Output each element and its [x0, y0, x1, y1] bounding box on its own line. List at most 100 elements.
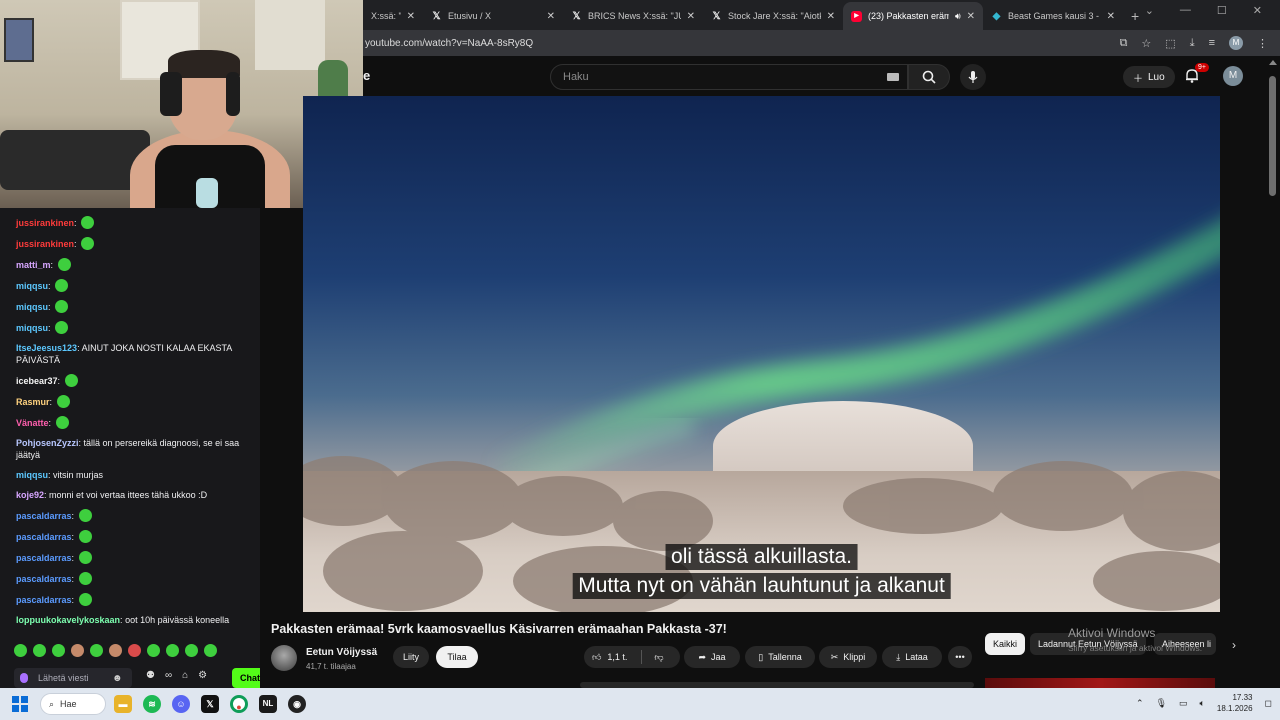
page-scrollbar[interactable] [1266, 56, 1280, 688]
chat-username[interactable]: koje92 [16, 490, 44, 500]
cast-icon[interactable]: ⧉ [1120, 37, 1128, 50]
thumbs-down-icon[interactable]: 👎︎ [654, 652, 663, 663]
chat-username[interactable]: jussirankinen [16, 239, 74, 249]
clip-button[interactable]: ✂ Klippi [819, 646, 877, 668]
notifications-tray-icon[interactable]: ◻ [1265, 698, 1272, 709]
emote-icon[interactable] [166, 644, 179, 657]
emote-icon[interactable] [109, 644, 122, 657]
keyboard-icon[interactable] [887, 73, 899, 81]
search-button[interactable] [908, 64, 950, 90]
download-button[interactable]: ⤓ Lataa [882, 646, 942, 668]
maximize-icon[interactable]: ☐ [1217, 4, 1227, 17]
url-field[interactable]: youtube.com/watch?v=NaAA-8sRy8Q [363, 38, 1120, 49]
volume-icon[interactable]: 🔈︎ [1200, 698, 1205, 709]
extensions-icon[interactable]: ⬚ [1165, 37, 1175, 50]
close-icon[interactable]: ✕ [967, 11, 975, 22]
chevron-up-icon[interactable]: ⌃ [1136, 698, 1144, 709]
menu-kebab-icon[interactable]: ⋮ [1257, 37, 1268, 50]
gift-icon[interactable]: ⌂ [182, 670, 188, 681]
subscribe-button[interactable]: Tilaa [436, 646, 478, 668]
scroll-up-arrow-icon[interactable] [1269, 60, 1277, 65]
new-tab-icon[interactable]: + [1123, 8, 1147, 30]
emote-icon[interactable] [185, 644, 198, 657]
emote-icon[interactable] [204, 644, 217, 657]
tab-search-icon[interactable]: ⌄ [1145, 4, 1154, 17]
chat-username[interactable]: icebear37 [16, 376, 58, 386]
chip-all[interactable]: Kaikki [985, 633, 1026, 655]
taskbar-search[interactable]: ⌕ Hae [40, 693, 106, 715]
chat-username[interactable]: Rasmur [16, 397, 50, 407]
browser-tab-2[interactable]: 𝕏 BRICS News X:ssä: "JUST I ✕ [563, 2, 703, 30]
scrollbar-thumb[interactable] [1269, 76, 1276, 196]
create-button[interactable]: ＋ Luo [1123, 66, 1175, 88]
network-icon[interactable]: ▭ [1179, 698, 1188, 709]
minimize-icon[interactable]: — [1180, 4, 1191, 17]
speaker-icon[interactable]: 🔊︎ [955, 11, 961, 22]
search-input[interactable] [563, 71, 863, 83]
chat-username[interactable]: pascaldarras [16, 574, 72, 584]
emote-icon[interactable] [71, 644, 84, 657]
nl-app-icon[interactable]: NL [259, 695, 277, 713]
emote-icon[interactable] [147, 644, 160, 657]
voice-search-button[interactable] [960, 64, 986, 90]
chat-username[interactable]: miqqsu [16, 323, 48, 333]
video-player[interactable]: oli tässä alkuillasta. Mutta nyt on vähä… [303, 96, 1220, 612]
download-icon[interactable]: ⤓ [1190, 37, 1195, 50]
browser-tab-3[interactable]: 𝕏 Stock Jare X:ssä: "Aiotko s ✕ [703, 2, 843, 30]
mic-tray-icon[interactable]: 🎙︎ [1156, 698, 1167, 709]
chat-username[interactable]: matti_m [16, 260, 51, 270]
settings-gear-icon[interactable]: ⚙ [198, 670, 207, 681]
browser-tab-1[interactable]: 𝕏 Etusivu / X ✕ [423, 2, 563, 30]
chat-username[interactable]: jussirankinen [16, 218, 74, 228]
chat-send-button[interactable]: Chat [232, 668, 260, 688]
join-button[interactable]: Liity [393, 646, 429, 668]
chrome-icon[interactable]: ● [230, 695, 248, 713]
close-icon[interactable]: ✕ [687, 11, 695, 22]
thumbs-up-icon[interactable]: 👍︎ [592, 652, 601, 663]
chat-username[interactable]: ItseJeesus123 [16, 343, 77, 353]
windows-start-icon[interactable] [12, 696, 28, 712]
emote-icon[interactable] [33, 644, 46, 657]
chat-mic-icon[interactable] [20, 673, 28, 683]
browser-tab-5[interactable]: ◆ Beast Games kausi 3 - Edu ✕ [983, 2, 1123, 30]
chat-username[interactable]: pascaldarras [16, 532, 72, 542]
chat-username[interactable]: PohjosenZyzzi [16, 438, 79, 448]
spotify-icon[interactable]: ≋ [143, 695, 161, 713]
close-icon[interactable]: ✕ [1107, 11, 1115, 22]
recommended-thumbnail[interactable] [985, 678, 1215, 688]
more-actions-button[interactable]: ••• [948, 646, 972, 668]
clock[interactable]: 17.33 18.1.2026 [1217, 692, 1253, 714]
chat-username[interactable]: pascaldarras [16, 595, 72, 605]
chat-username[interactable]: pascaldarras [16, 511, 72, 521]
chevron-right-icon[interactable]: › [1232, 638, 1236, 652]
obs-icon[interactable]: ◉ [288, 695, 306, 713]
chat-message-input[interactable] [38, 673, 108, 683]
channel-avatar[interactable] [271, 645, 297, 671]
emote-icon[interactable] [52, 644, 65, 657]
browser-tab-0[interactable]: X:ssä: "Tan ✕ [363, 2, 423, 30]
channel-name[interactable]: Eetun Vöijyssä [306, 647, 377, 658]
share-button[interactable]: ➦ Jaa [684, 646, 740, 668]
file-explorer-icon[interactable]: ▬ [114, 695, 132, 713]
profile-avatar[interactable]: M [1229, 36, 1243, 50]
smiley-icon[interactable]: ☻ [112, 673, 123, 684]
media-controls-icon[interactable]: ≡ [1209, 37, 1215, 49]
chat-username[interactable]: miqqsu [16, 302, 48, 312]
emote-icon[interactable] [90, 644, 103, 657]
close-icon[interactable]: ✕ [827, 11, 835, 22]
youtube-logo[interactable]: e [363, 68, 370, 83]
close-window-icon[interactable]: ✕ [1253, 4, 1262, 17]
browser-tab-4[interactable]: ▶ (23) Pakkasten erämaa 🔊︎ ✕ [843, 2, 983, 30]
discord-icon[interactable]: ☺ [172, 695, 190, 713]
close-icon[interactable]: ✕ [407, 11, 415, 22]
like-count[interactable]: 1,1 t. [607, 652, 627, 662]
chat-username[interactable]: loppuukokavelykoskaan [16, 615, 120, 625]
infinity-icon[interactable]: ∞ [165, 670, 172, 681]
x-app-icon[interactable]: 𝕏 [201, 695, 219, 713]
account-avatar[interactable]: M [1223, 66, 1243, 86]
save-button[interactable]: ▯ Tallenna [745, 646, 815, 668]
notifications-button[interactable]: 9+ [1185, 63, 1209, 88]
emote-icon[interactable] [14, 644, 27, 657]
chat-username[interactable]: miqqsu [16, 281, 48, 291]
chat-username[interactable]: miqqsu [16, 470, 48, 480]
